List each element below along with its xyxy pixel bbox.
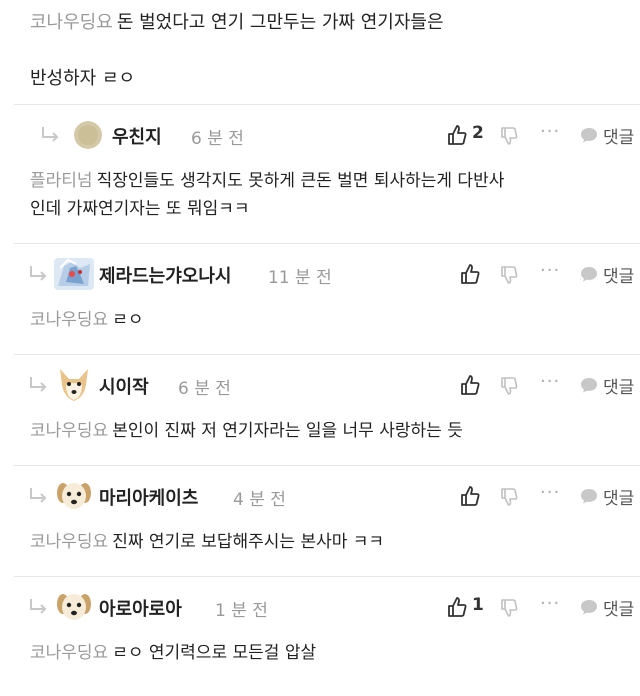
avatar[interactable] xyxy=(56,479,92,513)
reply-arrow-icon xyxy=(30,266,47,281)
mention[interactable]: 코나우딩요 xyxy=(30,532,108,552)
reply-header: 제라드는갸오나시 11 분 전 ··· 댓글 xyxy=(0,258,640,290)
username[interactable]: 우친지 xyxy=(112,123,162,149)
thumbs-down-icon[interactable] xyxy=(500,598,518,618)
speech-bubble-icon[interactable] xyxy=(580,377,598,393)
username[interactable]: 시이작 xyxy=(99,373,149,399)
timestamp: 4 분 전 xyxy=(233,490,286,510)
reply-header: 우친지 6 분 전 2 ··· 댓글 xyxy=(0,119,640,151)
comment-author[interactable]: 코나우딩요 xyxy=(30,12,113,33)
speech-bubble-icon[interactable] xyxy=(580,488,598,504)
reply-arrow-icon xyxy=(30,488,47,503)
reply-text: 코나우딩요 ㄹㅇ 연기력으로 모든걸 압살 xyxy=(30,643,317,663)
more-options-icon[interactable]: ··· xyxy=(540,593,560,614)
reply-text: 코나우딩요 진짜 연기로 보답해주시는 본사마 ㅋㅋ xyxy=(30,532,385,552)
like-count: 2 xyxy=(472,123,484,143)
reply-arrow-icon xyxy=(30,599,47,614)
mention[interactable]: 플라티넘 xyxy=(30,171,93,191)
reply-item: 우친지 6 분 전 2 ··· 댓글 플라티넘 직장인들도 생각지도 못하게 큰돈… xyxy=(0,105,640,243)
reply-item: 마리아케이츠 4 분 전 ··· 댓글 코나우딩요 진짜 연기로 보답해주시는 본… xyxy=(0,466,640,576)
reply-text: 코나우딩요 ㄹㅇ xyxy=(30,310,144,330)
thumbs-up-icon[interactable] xyxy=(447,596,467,618)
timestamp: 6 분 전 xyxy=(191,129,244,149)
like-count: 1 xyxy=(472,595,484,615)
reply-header: 시이작 6 분 전 ··· 댓글 xyxy=(0,369,640,401)
reply-arrow-icon xyxy=(42,127,59,142)
reply-arrow-icon xyxy=(30,377,47,392)
username[interactable]: 아로아로아 xyxy=(99,595,182,621)
thumbs-down-icon[interactable] xyxy=(500,487,518,507)
timestamp: 11 분 전 xyxy=(268,268,332,288)
reply-text: 코나우딩요 본인이 진짜 저 연기자라는 일을 너무 사랑하는 듯 xyxy=(30,421,463,441)
reply-button[interactable]: 댓글 xyxy=(603,123,634,148)
reply-item: 제라드는갸오나시 11 분 전 ··· 댓글 코나우딩요 ㄹㅇ xyxy=(0,244,640,354)
timestamp: 6 분 전 xyxy=(178,379,231,399)
thumbs-down-icon[interactable] xyxy=(500,376,518,396)
more-options-icon[interactable]: ··· xyxy=(540,260,560,281)
speech-bubble-icon[interactable] xyxy=(580,599,598,615)
more-options-icon[interactable]: ··· xyxy=(540,482,560,503)
original-comment: 코나우딩요 돈 벌었다고 연기 그만두는 가짜 연기자들은 반성하자 ㄹㅇ xyxy=(0,0,640,104)
reply-item: 시이작 6 분 전 ··· 댓글 코나우딩요 본인이 진짜 저 연기자라는 일을 … xyxy=(0,355,640,465)
username[interactable]: 제라드는갸오나시 xyxy=(99,262,231,288)
reply-button[interactable]: 댓글 xyxy=(603,262,634,287)
mention[interactable]: 코나우딩요 xyxy=(30,643,108,663)
thumbs-up-icon[interactable] xyxy=(460,263,480,285)
reply-header: 아로아로아 1 분 전 1 ··· 댓글 xyxy=(0,591,640,623)
speech-bubble-icon[interactable] xyxy=(580,266,598,282)
reply-header: 마리아케이츠 4 분 전 ··· 댓글 xyxy=(0,480,640,512)
thumbs-down-icon[interactable] xyxy=(500,265,518,285)
thumbs-up-icon[interactable] xyxy=(460,485,480,507)
username[interactable]: 마리아케이츠 xyxy=(99,484,198,510)
mention[interactable]: 코나우딩요 xyxy=(30,421,108,441)
reply-button[interactable]: 댓글 xyxy=(603,484,634,509)
comment-text-continued: 반성하자 ㄹㅇ xyxy=(30,68,136,89)
more-options-icon[interactable]: ··· xyxy=(540,371,560,392)
reply-text: 플라티넘 직장인들도 생각지도 못하게 큰돈 벌면 퇴사하는게 다반사 인데 가짜… xyxy=(30,171,505,219)
thumbs-down-icon[interactable] xyxy=(500,126,518,146)
speech-bubble-icon[interactable] xyxy=(580,127,598,143)
reply-button[interactable]: 댓글 xyxy=(603,373,634,398)
reply-item: 아로아로아 1 분 전 1 ··· 댓글 코나우딩요 ㄹㅇ 연기력으로 모든걸 압… xyxy=(0,577,640,687)
mention[interactable]: 코나우딩요 xyxy=(30,310,108,330)
avatar[interactable] xyxy=(54,258,94,290)
reply-button[interactable]: 댓글 xyxy=(603,595,634,620)
thumbs-up-icon[interactable] xyxy=(447,124,467,146)
more-options-icon[interactable]: ··· xyxy=(540,121,560,142)
avatar[interactable] xyxy=(56,590,92,624)
timestamp: 1 분 전 xyxy=(215,601,268,621)
avatar[interactable] xyxy=(74,121,102,149)
avatar[interactable] xyxy=(56,367,92,403)
comment-text: 코나우딩요 돈 벌었다고 연기 그만두는 가짜 연기자들은 xyxy=(30,12,444,33)
thumbs-up-icon[interactable] xyxy=(460,374,480,396)
